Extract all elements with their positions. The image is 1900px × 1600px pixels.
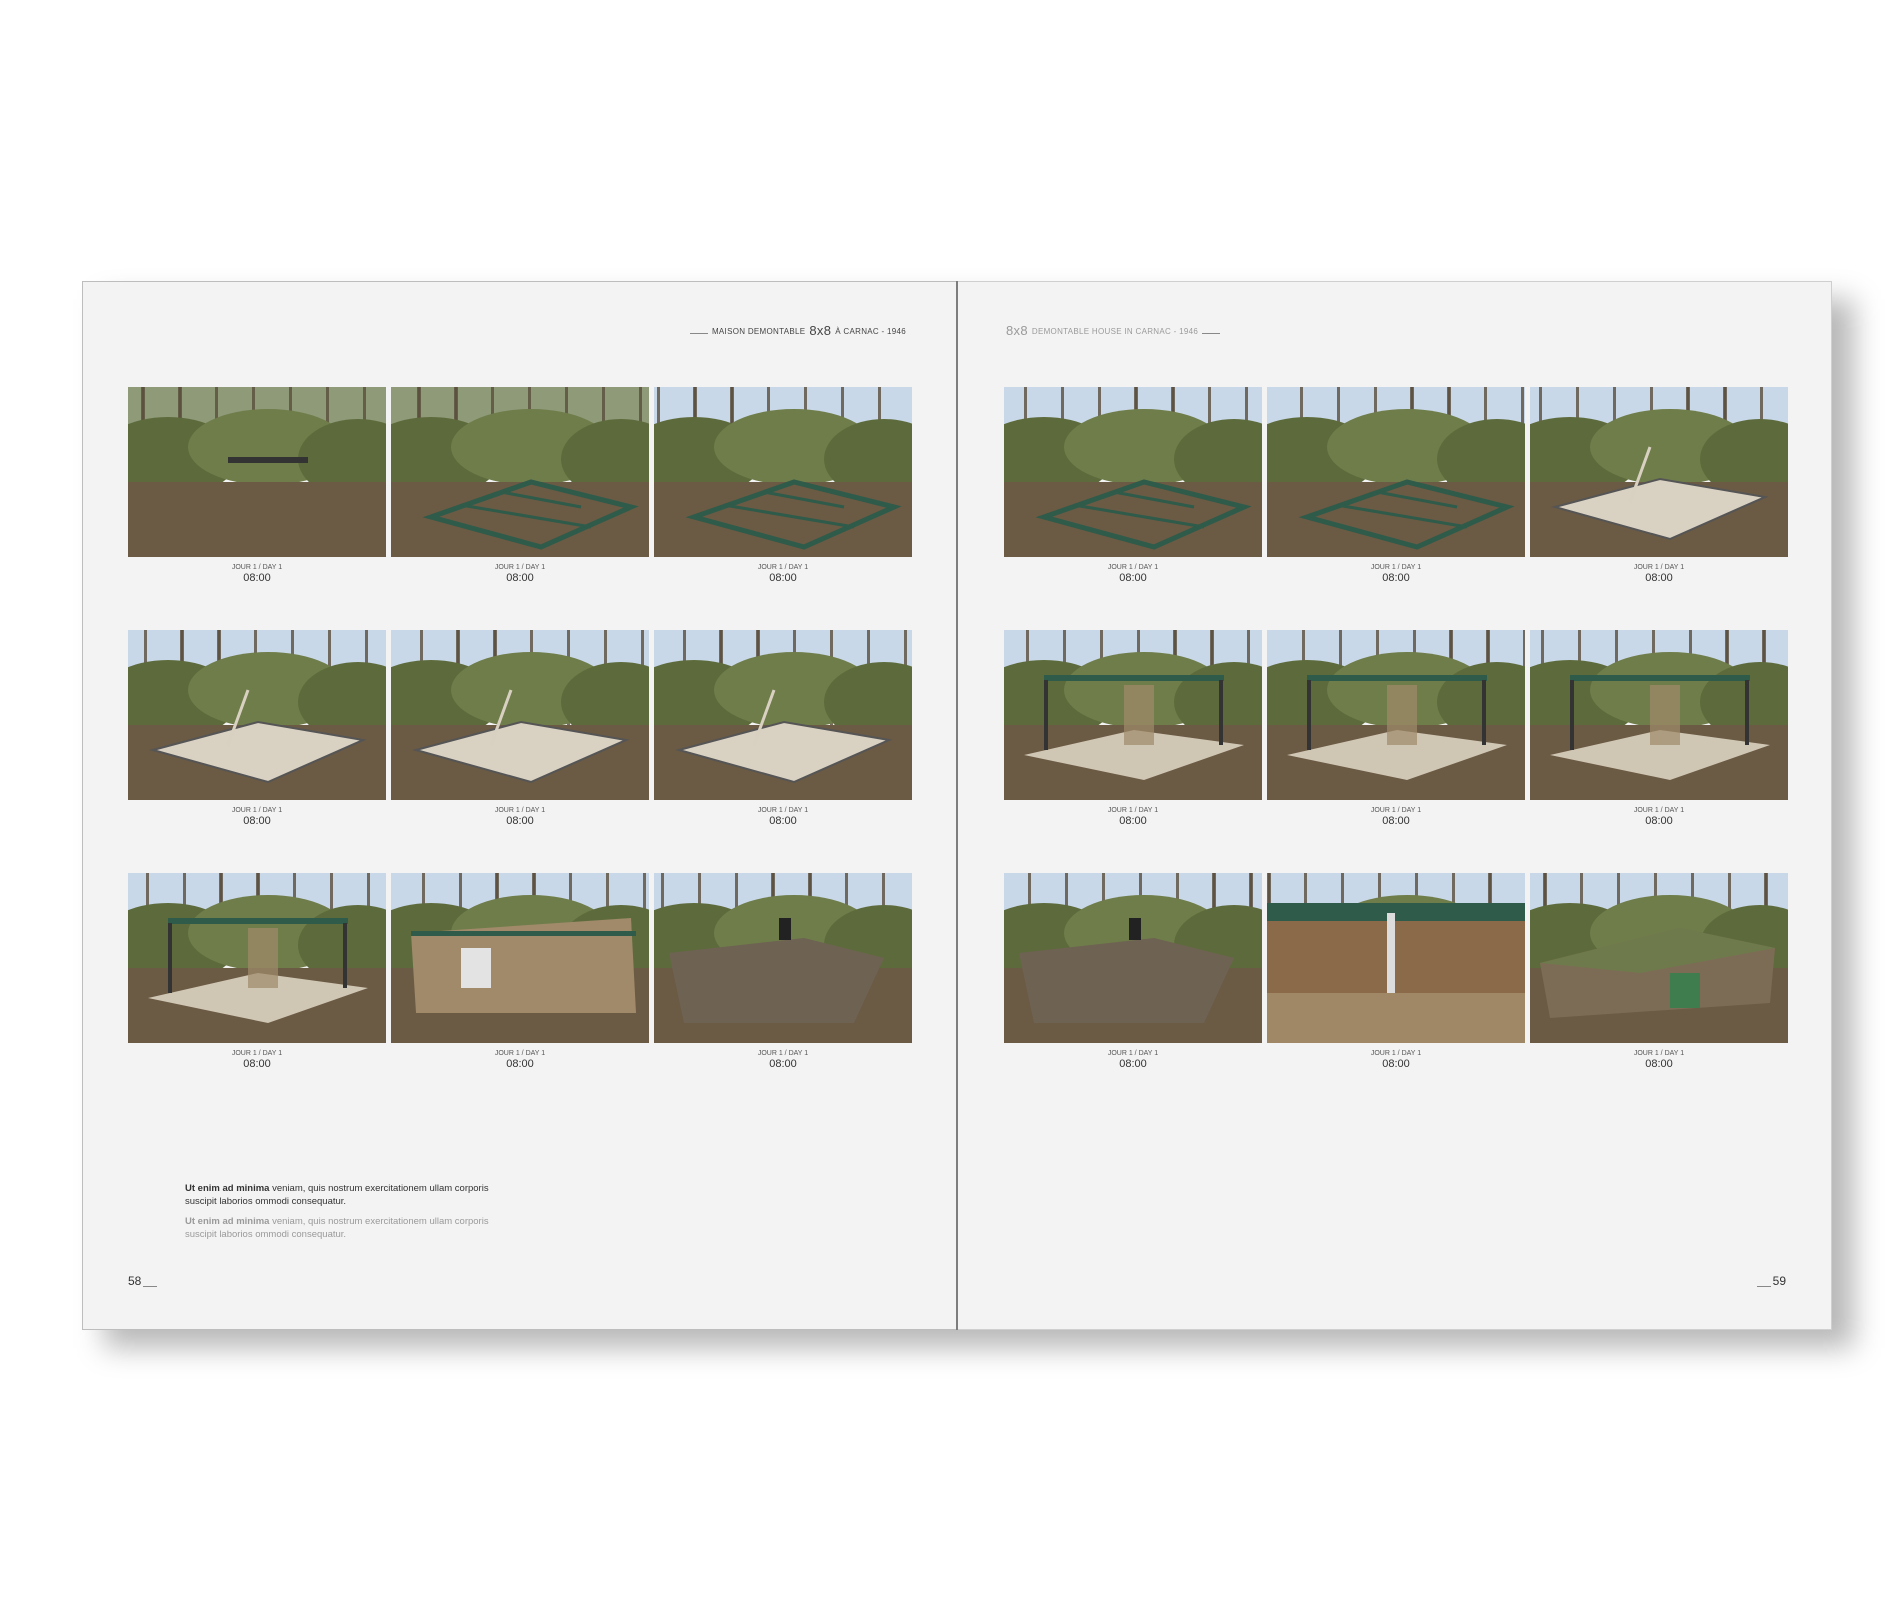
photo-caption: JOUR 1 / DAY 1 08:00 [654, 563, 912, 584]
caption-time: 08:00 [769, 572, 797, 584]
photo-caption: JOUR 1 / DAY 1 08:00 [1004, 1049, 1262, 1070]
photo-caption: JOUR 1 / DAY 1 08:00 [1004, 806, 1262, 827]
caption-time: 08:00 [1119, 572, 1147, 584]
photo [654, 873, 912, 1043]
caption-time: 08:00 [769, 1058, 797, 1070]
photo-caption: JOUR 1 / DAY 1 08:00 [128, 806, 386, 827]
photo-cell: JOUR 1 / DAY 1 08:00 [1004, 630, 1262, 827]
book-spread: MAISON DEMONTABLE 8x8 À CARNAC - 1946 JO… [82, 281, 1854, 1348]
caption-time: 08:00 [1645, 1058, 1673, 1070]
page-number-left: 58 [128, 1274, 158, 1288]
note-paragraph-secondary: Ut enim ad minima veniam, quis nostrum e… [185, 1215, 505, 1241]
photo [391, 387, 649, 557]
photo-caption: JOUR 1 / DAY 1 08:00 [1530, 806, 1788, 827]
caption-time: 08:00 [243, 1058, 271, 1070]
header-rule [689, 333, 708, 334]
page-number: 58 [128, 1274, 142, 1288]
photo [1267, 873, 1525, 1043]
caption-time: 08:00 [1119, 815, 1147, 827]
running-head-big: 8x8 [1006, 323, 1028, 338]
page-number: 59 [1772, 1274, 1786, 1288]
caption-time: 08:00 [506, 572, 534, 584]
photo [1530, 630, 1788, 800]
header-rule [1202, 333, 1221, 334]
running-head-left: MAISON DEMONTABLE 8x8 À CARNAC - 1946 [689, 323, 906, 338]
photo [391, 630, 649, 800]
photo-caption: JOUR 1 / DAY 1 08:00 [1530, 1049, 1788, 1070]
photo-cell: JOUR 1 / DAY 1 08:00 [128, 873, 386, 1070]
photo-cell: JOUR 1 / DAY 1 08:00 [1004, 387, 1262, 584]
photo [1530, 873, 1788, 1043]
caption-time: 08:00 [506, 815, 534, 827]
running-head-post: À CARNAC - 1946 [835, 327, 906, 336]
photo-caption: JOUR 1 / DAY 1 08:00 [128, 563, 386, 584]
photo-cell: JOUR 1 / DAY 1 08:00 [654, 387, 912, 584]
photo-cell: JOUR 1 / DAY 1 08:00 [128, 630, 386, 827]
photo-caption: JOUR 1 / DAY 1 08:00 [128, 1049, 386, 1070]
photo [391, 873, 649, 1043]
photo [654, 387, 912, 557]
caption-time: 08:00 [1382, 815, 1410, 827]
note-lead: Ut enim ad minima [185, 1216, 270, 1227]
left-page: MAISON DEMONTABLE 8x8 À CARNAC - 1946 JO… [82, 281, 956, 1330]
caption-time: 08:00 [1119, 1058, 1147, 1070]
caption-time: 08:00 [1382, 572, 1410, 584]
page-number-rule [143, 1286, 158, 1287]
photo-caption: JOUR 1 / DAY 1 08:00 [391, 563, 649, 584]
photo-cell: JOUR 1 / DAY 1 08:00 [1267, 873, 1525, 1070]
photo-cell: JOUR 1 / DAY 1 08:00 [1267, 387, 1525, 584]
photo [128, 630, 386, 800]
photo-cell: JOUR 1 / DAY 1 08:00 [391, 630, 649, 827]
photo-caption: JOUR 1 / DAY 1 08:00 [1267, 1049, 1525, 1070]
photo-caption: JOUR 1 / DAY 1 08:00 [391, 1049, 649, 1070]
photo-cell: JOUR 1 / DAY 1 08:00 [391, 387, 649, 584]
photo-caption: JOUR 1 / DAY 1 08:00 [1267, 806, 1525, 827]
note-lead: Ut enim ad minima [185, 1183, 270, 1194]
photo-cell: JOUR 1 / DAY 1 08:00 [1267, 630, 1525, 827]
photo-cell: JOUR 1 / DAY 1 08:00 [128, 387, 386, 584]
photo [128, 387, 386, 557]
caption-time: 08:00 [1382, 1058, 1410, 1070]
running-head-pre: MAISON DEMONTABLE [711, 327, 806, 336]
caption-time: 08:00 [1645, 815, 1673, 827]
photo-caption: JOUR 1 / DAY 1 08:00 [1004, 563, 1262, 584]
photo [654, 630, 912, 800]
photo [1004, 630, 1262, 800]
caption-time: 08:00 [243, 572, 271, 584]
caption-time: 08:00 [243, 815, 271, 827]
photo-caption: JOUR 1 / DAY 1 08:00 [654, 806, 912, 827]
page-number-rule [1756, 1286, 1771, 1287]
photo-caption: JOUR 1 / DAY 1 08:00 [654, 1049, 912, 1070]
photo-cell: JOUR 1 / DAY 1 08:00 [654, 873, 912, 1070]
right-page: 8x8 DEMONTABLE HOUSE IN CARNAC - 1946 JO… [958, 281, 1832, 1330]
photo-cell: JOUR 1 / DAY 1 08:00 [391, 873, 649, 1070]
photo-caption: JOUR 1 / DAY 1 08:00 [1530, 563, 1788, 584]
body-note: Ut enim ad minima veniam, quis nostrum e… [185, 1182, 505, 1248]
photo-cell: JOUR 1 / DAY 1 08:00 [1530, 873, 1788, 1070]
page-number-right: 59 [1756, 1274, 1786, 1288]
photo-cell: JOUR 1 / DAY 1 08:00 [654, 630, 912, 827]
photo [1267, 630, 1525, 800]
photo [128, 873, 386, 1043]
running-head-big: 8x8 [809, 323, 832, 338]
photo [1004, 387, 1262, 557]
photo-caption: JOUR 1 / DAY 1 08:00 [1267, 563, 1525, 584]
photo-cell: JOUR 1 / DAY 1 08:00 [1530, 630, 1788, 827]
running-head-post: DEMONTABLE HOUSE IN CARNAC - 1946 [1031, 327, 1199, 336]
note-paragraph-primary: Ut enim ad minima veniam, quis nostrum e… [185, 1182, 505, 1208]
photo-cell: JOUR 1 / DAY 1 08:00 [1004, 873, 1262, 1070]
running-head-right: 8x8 DEMONTABLE HOUSE IN CARNAC - 1946 [1006, 323, 1221, 338]
photo-caption: JOUR 1 / DAY 1 08:00 [391, 806, 649, 827]
photo-cell: JOUR 1 / DAY 1 08:00 [1530, 387, 1788, 584]
photo-grid-left: JOUR 1 / DAY 1 08:00 JOUR 1 / DAY 1 08:00 … [128, 387, 912, 1070]
photo [1267, 387, 1525, 557]
photo [1004, 873, 1262, 1043]
caption-time: 08:00 [1645, 572, 1673, 584]
photo [1530, 387, 1788, 557]
caption-time: 08:00 [506, 1058, 534, 1070]
photo-grid-right: JOUR 1 / DAY 1 08:00 JOUR 1 / DAY 1 08:00 … [1004, 387, 1788, 1070]
caption-time: 08:00 [769, 815, 797, 827]
